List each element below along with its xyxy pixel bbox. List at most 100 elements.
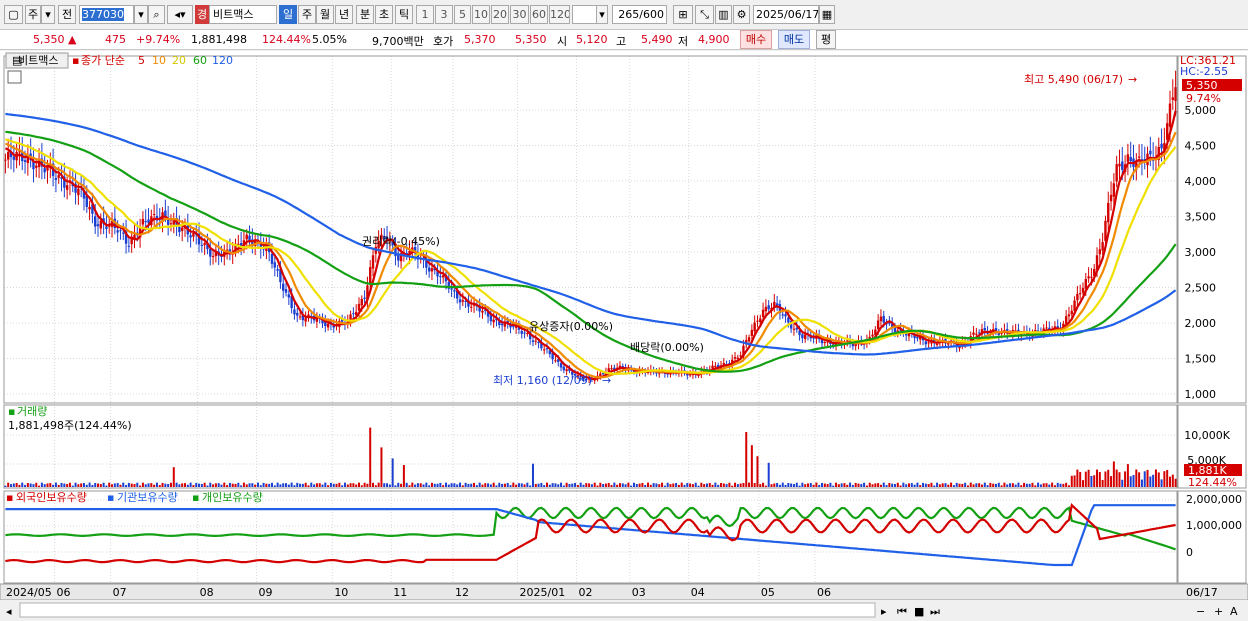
volume-bar: [568, 483, 571, 487]
candle-body: [610, 368, 613, 370]
date-field[interactable]: 2025/06/17: [753, 5, 819, 24]
volume-bar: [562, 485, 565, 487]
volume-bar: [582, 484, 585, 487]
ma-title: 종가 단순: [81, 54, 125, 67]
candle-body: [924, 341, 928, 345]
candle-body: [997, 333, 1001, 335]
interval-button-20[interactable]: 20: [491, 5, 509, 24]
stock-chart[interactable]: ▤비트맥스 ▪ 종가 단순 5 10 20 60 120 LC:361.21HC:-2.555,…: [0, 51, 1248, 621]
volume-bar: [4, 485, 7, 487]
blank-dropdown-arrow-icon[interactable]: ▾: [596, 5, 608, 24]
volume-bar: [958, 483, 961, 487]
volume-bar: [228, 482, 231, 487]
price-tick-6: 2,000: [1185, 317, 1217, 330]
count-field[interactable]: 265/600: [612, 5, 667, 24]
candle-body: [562, 366, 566, 371]
candle-body: [792, 328, 796, 330]
interval-button-30[interactable]: 30: [510, 5, 529, 24]
volume-bar: [717, 484, 720, 487]
volume-bar: [632, 482, 635, 487]
sell-button[interactable]: 매도: [778, 30, 810, 49]
volume-bar: [762, 482, 765, 487]
stock-name-field[interactable]: 비트맥스: [209, 5, 277, 24]
volume-bar: [750, 445, 753, 487]
gear-icon[interactable]: ⚙: [733, 5, 750, 24]
period-tab-0[interactable]: 일: [279, 5, 297, 24]
interval-button-120[interactable]: 120: [549, 5, 570, 24]
volume-bar: [495, 485, 498, 487]
period-tab-3[interactable]: 년: [335, 5, 353, 24]
volume-bar: [125, 485, 128, 487]
market-dropdown-arrow-icon[interactable]: ▾: [41, 5, 55, 24]
volume-bar: [815, 482, 818, 487]
stock-label: 비트맥스: [18, 54, 58, 67]
candle-body: [688, 374, 692, 376]
bar-chart-icon[interactable]: ▥: [715, 5, 732, 24]
interval-button-1[interactable]: 1: [416, 5, 434, 24]
quote-ask: 5,370: [464, 33, 496, 46]
candle-body: [430, 268, 434, 272]
volume-bar: [473, 482, 476, 487]
volume-bar: [338, 482, 341, 487]
volume-bar: [638, 483, 641, 487]
x-label-3: 08: [200, 586, 214, 599]
volume-bar: [206, 485, 209, 487]
candle-body: [1149, 150, 1152, 155]
candle-body: [270, 253, 274, 264]
x-label-1: 06: [57, 586, 71, 599]
candle-body: [450, 288, 453, 290]
interval-button-10[interactable]: 10: [472, 5, 490, 24]
interval-button-3[interactable]: 3: [435, 5, 453, 24]
holding-legend-0: 외국인보유수량: [16, 491, 87, 504]
candle-body: [1087, 276, 1090, 279]
draw-line-icon[interactable]: ⤡: [695, 5, 714, 24]
volume-bar: [599, 482, 602, 487]
candle-body: [273, 262, 277, 268]
period-tab-6[interactable]: 틱: [395, 5, 413, 24]
volume-bar: [99, 484, 102, 487]
candle-body: [714, 365, 717, 367]
buy-button[interactable]: 매수: [740, 30, 772, 49]
volume-bar: [689, 483, 692, 487]
x-label-7: 12: [455, 586, 469, 599]
interval-button-5[interactable]: 5: [454, 5, 471, 24]
speaker-icon[interactable]: ◂▾: [167, 5, 193, 24]
volume-bar: [835, 482, 838, 487]
search-icon[interactable]: ⌕: [148, 5, 165, 24]
candle-body: [304, 318, 307, 322]
candle-body: [315, 318, 319, 322]
volume-bar: [245, 484, 248, 487]
candle-body: [523, 332, 526, 334]
period-tab-2[interactable]: 월: [316, 5, 334, 24]
volume-bar: [863, 482, 866, 487]
interval-button-60[interactable]: 60: [530, 5, 548, 24]
code-dropdown-arrow-icon[interactable]: ▾: [134, 5, 148, 24]
volume-bar: [630, 485, 633, 487]
volume-bar: [871, 484, 874, 487]
volume-bar: [879, 484, 882, 487]
grid-toggle-icon[interactable]: ⊞: [673, 5, 693, 24]
volume-bar: [635, 484, 638, 487]
volume-bar: [1171, 474, 1174, 487]
volume-bar: [806, 483, 809, 487]
stock-code-input[interactable]: 377030: [79, 5, 134, 24]
market-all-button[interactable]: 전: [58, 5, 76, 24]
avg-button[interactable]: 평: [816, 30, 836, 49]
quote-bar: 5,350 ▲ 475 +9.74% 1,881,498 124.44% 5.0…: [0, 30, 1248, 50]
volume-bar: [930, 482, 933, 487]
volume-bar: [770, 484, 773, 487]
market-kr-button[interactable]: 주: [25, 5, 41, 24]
volume-bar: [63, 483, 66, 487]
candle-body: [1084, 278, 1087, 289]
volume-bar: [739, 483, 742, 487]
volume-bar: [74, 482, 77, 487]
period-tab-1[interactable]: 주: [298, 5, 316, 24]
volume-bar: [105, 485, 108, 487]
volume-bar: [97, 483, 100, 487]
window-icon[interactable]: ▢: [4, 5, 23, 24]
calendar-icon[interactable]: ▦: [819, 5, 835, 24]
period-tab-4[interactable]: 분: [356, 5, 374, 24]
x-label-4: 09: [259, 586, 273, 599]
period-tab-5[interactable]: 초: [375, 5, 393, 24]
candle-body: [360, 298, 363, 306]
